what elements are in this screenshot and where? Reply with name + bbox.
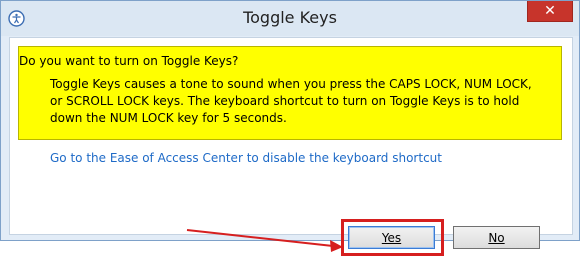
ease-of-access-link[interactable]: Go to the Ease of Access Center to disab… (50, 151, 442, 165)
dialog-body: Do you want to turn on Toggle Keys? Togg… (9, 37, 573, 256)
dialog-question: Do you want to turn on Toggle Keys? (19, 54, 239, 68)
dialog-description: Toggle Keys causes a tone to sound when … (50, 76, 556, 127)
toggle-keys-dialog: Toggle Keys ✕ Do you want to turn on Tog… (0, 0, 580, 256)
window-title: Toggle Keys (243, 8, 337, 27)
close-icon: ✕ (544, 3, 556, 19)
description-line: down the NUM LOCK key for 5 seconds. (50, 111, 287, 125)
description-line: Toggle Keys causes a tone to sound when … (50, 77, 532, 91)
close-button[interactable]: ✕ (527, 1, 573, 22)
description-line: or SCROLL LOCK keys. The keyboard shortc… (50, 94, 520, 108)
no-button[interactable]: No (453, 226, 540, 249)
title-bar: Toggle Keys ✕ (1, 1, 579, 36)
annotation-arrow-icon (186, 229, 343, 252)
yes-button[interactable]: Yes (348, 226, 435, 249)
no-button-label: No (488, 230, 505, 245)
yes-button-label: Yes (381, 230, 402, 245)
